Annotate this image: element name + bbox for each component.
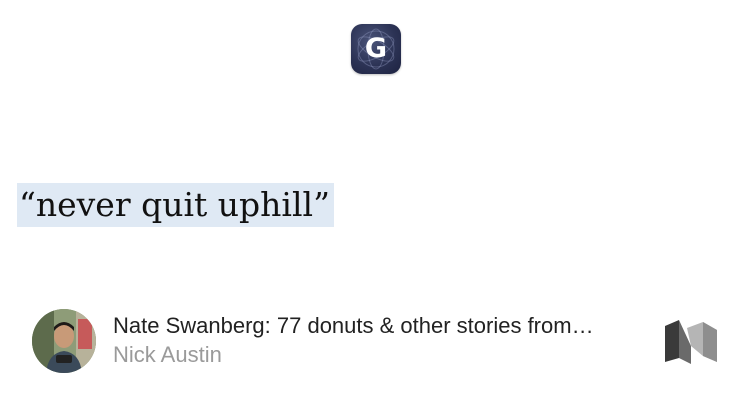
medium-logo-icon: [665, 320, 717, 364]
story-title[interactable]: Nate Swanberg: 77 donuts & other stories…: [113, 312, 653, 340]
story-link[interactable]: Nate Swanberg: 77 donuts & other stories…: [32, 308, 722, 374]
story-author: Nick Austin: [113, 342, 222, 367]
share-card: G “never quit uphill” Nate Swanberg: 77 …: [0, 0, 750, 403]
author-avatar: [32, 309, 96, 373]
highlighted-quote[interactable]: “never quit uphill”: [17, 183, 334, 227]
app-icon[interactable]: G: [351, 24, 401, 74]
app-icon-letter: G: [364, 33, 388, 64]
